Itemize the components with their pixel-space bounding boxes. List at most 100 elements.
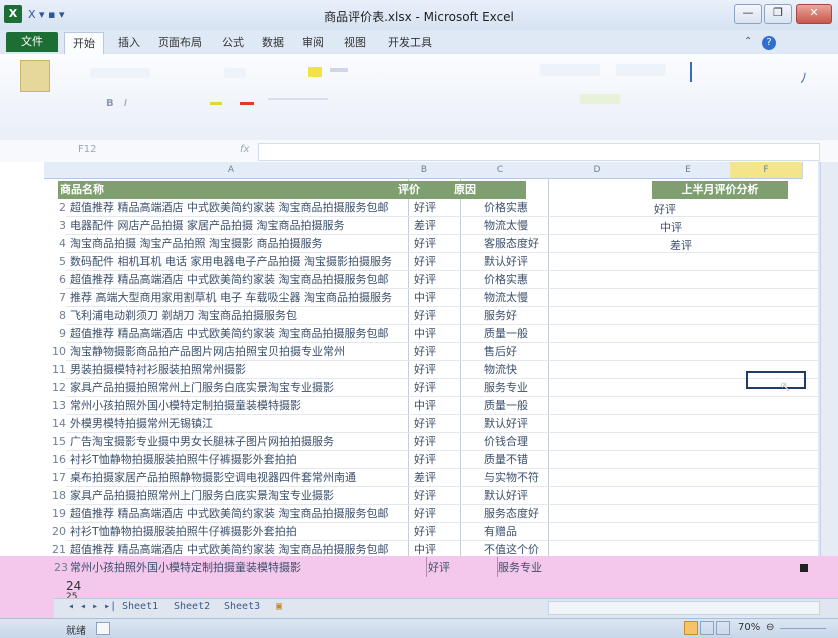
tab-review[interactable]: 审阅 bbox=[302, 34, 324, 52]
rating-cell[interactable]: 好评 bbox=[414, 505, 458, 523]
reason-cell[interactable]: 物流太慢 bbox=[484, 217, 548, 235]
reason-cell[interactable]: 物流太慢 bbox=[484, 289, 548, 307]
rating-cell[interactable]: 好评 bbox=[414, 433, 458, 451]
rating-cell[interactable]: 中评 bbox=[414, 397, 458, 415]
conditional-format-button[interactable] bbox=[540, 64, 600, 76]
vertical-scrollbar[interactable] bbox=[820, 162, 838, 556]
restore-button[interactable]: ❐ bbox=[764, 4, 792, 24]
reason-cell[interactable]: 质量一般 bbox=[484, 397, 548, 415]
reason-cell[interactable]: 服务专业 bbox=[484, 379, 548, 397]
rating-cell[interactable]: 好评 bbox=[414, 415, 458, 433]
product-name-cell[interactable]: 数码配件 相机耳机 电话 家用电器电子产品拍摄 淘宝摄影拍摄服务 bbox=[70, 253, 404, 271]
summary-medium[interactable]: 中评 bbox=[660, 219, 682, 235]
reason-cell[interactable]: 默认好评 bbox=[484, 253, 548, 271]
product-name-cell[interactable]: 淘宝静物摄影商品拍产品图片网店拍照宝贝拍摄专业常州 bbox=[70, 343, 404, 361]
header-summary[interactable]: 上半月评价分析 bbox=[652, 181, 788, 199]
align-icon[interactable] bbox=[330, 68, 348, 72]
reason-cell[interactable]: 价格实惠 bbox=[484, 199, 548, 217]
find-icon[interactable]: ﾉ bbox=[800, 68, 814, 87]
rating-cell[interactable]: 差评 bbox=[414, 469, 458, 487]
page-break-view-icon[interactable] bbox=[716, 621, 730, 635]
normal-view-icon[interactable] bbox=[684, 621, 698, 635]
help-icon[interactable]: ? bbox=[762, 36, 776, 50]
tab-file[interactable]: 文件 bbox=[6, 32, 58, 52]
tab-developer[interactable]: 开发工具 bbox=[388, 34, 432, 52]
rating-cell[interactable]: 好评 bbox=[414, 487, 458, 505]
sort-icon[interactable] bbox=[690, 62, 706, 82]
summary-bad[interactable]: 差评 bbox=[670, 237, 692, 253]
active-cell-selection[interactable] bbox=[746, 371, 806, 389]
page-layout-view-icon[interactable] bbox=[700, 621, 714, 635]
rating-cell[interactable]: 好评 bbox=[414, 199, 458, 217]
reason-cell[interactable]: 价格实惠 bbox=[484, 271, 548, 289]
column-header-f[interactable]: F bbox=[730, 162, 803, 179]
summary-good[interactable]: 好评 bbox=[654, 201, 676, 217]
product-name-cell[interactable]: 超值推荐 精品高端酒店 中式欧美简约家装 淘宝商品拍摄服务包邮 bbox=[70, 271, 404, 289]
product-name-cell[interactable]: 飞利浦电动剃须刀 剃胡刀 淘宝商品拍摄服务包 bbox=[70, 307, 404, 325]
sheet-tab-1[interactable]: Sheet1 bbox=[122, 600, 158, 614]
zoom-level[interactable]: 70% bbox=[738, 622, 760, 633]
paste-icon[interactable] bbox=[20, 60, 50, 92]
tab-insert[interactable]: 插入 bbox=[118, 34, 140, 52]
reason-cell[interactable]: 服务专业 bbox=[498, 559, 542, 577]
product-name-cell[interactable]: 家具产品拍摄拍照常州上门服务白底实景淘宝专业摄影 bbox=[70, 379, 404, 397]
product-name-cell[interactable]: 电器配件 网店产品拍摄 家居产品拍摄 淘宝商品拍摄服务 bbox=[70, 217, 404, 235]
tab-view[interactable]: 视图 bbox=[344, 34, 366, 52]
column-header-c[interactable]: C bbox=[452, 162, 549, 179]
sheet-tab-2[interactable]: Sheet2 bbox=[174, 600, 210, 614]
product-name-cell[interactable]: 外模男模特拍摄常州无锡镇江 bbox=[70, 415, 404, 433]
product-name-cell[interactable]: 常州小孩拍照外国小模特定制拍摄童装模特摄影 bbox=[70, 397, 404, 415]
rating-cell[interactable]: 好评 bbox=[414, 343, 458, 361]
reason-cell[interactable]: 物流快 bbox=[484, 361, 548, 379]
product-name-cell[interactable]: 男装拍摄模特衬衫服装拍照常州摄影 bbox=[70, 361, 404, 379]
reason-cell[interactable]: 默认好评 bbox=[484, 487, 548, 505]
tab-page-layout[interactable]: 页面布局 bbox=[158, 34, 202, 52]
fill-color-icon[interactable] bbox=[210, 102, 222, 105]
column-header-a[interactable]: A bbox=[66, 162, 397, 179]
name-box[interactable]: F12 bbox=[78, 144, 138, 158]
sheet-nav-buttons[interactable]: ◂ ◂ ▸ ▸| bbox=[68, 600, 116, 614]
rating-cell[interactable]: 好评 bbox=[414, 307, 458, 325]
rating-cell[interactable]: 好评 bbox=[414, 451, 458, 469]
rating-cell[interactable]: 好评 bbox=[414, 523, 458, 541]
tab-data[interactable]: 数据 bbox=[262, 34, 284, 52]
reason-cell[interactable]: 默认好评 bbox=[484, 415, 548, 433]
product-name-cell[interactable]: 衬衫T恤静物拍摄服装拍照牛仔裤摄影外套拍拍 bbox=[70, 523, 404, 541]
highlight-icon[interactable] bbox=[308, 67, 322, 77]
rating-cell[interactable]: 好评 bbox=[414, 253, 458, 271]
cell-styles-button[interactable] bbox=[580, 94, 620, 104]
insert-cells-button[interactable] bbox=[616, 64, 666, 76]
product-name-cell[interactable]: 家具产品拍摄拍照常州上门服务白底实景淘宝专业摄影 bbox=[70, 487, 404, 505]
insert-sheet-icon[interactable]: ▣ bbox=[276, 600, 282, 614]
rating-cell[interactable]: 好评 bbox=[414, 235, 458, 253]
zoom-slider[interactable] bbox=[780, 628, 826, 629]
reason-cell[interactable]: 服务好 bbox=[484, 307, 548, 325]
column-header-e[interactable]: E bbox=[646, 162, 731, 179]
product-name-cell[interactable]: 衬衫T恤静物拍摄服装拍照牛仔裤摄影外套拍拍 bbox=[70, 451, 404, 469]
header-reason[interactable]: 原因 bbox=[452, 181, 526, 199]
rating-cell[interactable]: 中评 bbox=[414, 325, 458, 343]
rating-cell[interactable]: 差评 bbox=[414, 217, 458, 235]
header-rating[interactable]: 评价 bbox=[396, 181, 452, 199]
rating-cell[interactable]: 好评 bbox=[414, 361, 458, 379]
reason-cell[interactable]: 与实物不符 bbox=[484, 469, 548, 487]
font-name-box[interactable] bbox=[90, 68, 150, 78]
product-name-cell[interactable]: 常州小孩拍照外国小模特定制拍摄童装模特摄影 bbox=[70, 559, 406, 577]
rating-cell[interactable]: 中评 bbox=[414, 289, 458, 307]
reason-cell[interactable]: 价钱合理 bbox=[484, 433, 548, 451]
product-name-cell[interactable]: 超值推荐 精品高端酒店 中式欧美简约家装 淘宝商品拍摄服务包邮 bbox=[70, 199, 404, 217]
product-name-cell[interactable]: 淘宝商品拍摄 淘宝产品拍照 淘宝摄影 商品拍摄服务 bbox=[70, 235, 404, 253]
minimize-button[interactable]: — bbox=[734, 4, 762, 24]
rating-cell[interactable]: 好评 bbox=[414, 271, 458, 289]
ribbon-minimize-icon[interactable]: ⌃ bbox=[744, 36, 752, 47]
fx-icon[interactable]: fx bbox=[240, 144, 249, 155]
reason-cell[interactable]: 质量不错 bbox=[484, 451, 548, 469]
product-name-cell[interactable]: 超值推荐 精品高端酒店 中式欧美简约家装 淘宝商品拍摄服务包邮 bbox=[70, 505, 404, 523]
sheet-tab-3[interactable]: Sheet3 bbox=[224, 600, 260, 614]
tab-formulas[interactable]: 公式 bbox=[222, 34, 244, 52]
column-header-d[interactable]: D bbox=[548, 162, 647, 179]
macro-record-icon[interactable] bbox=[96, 622, 110, 635]
header-product-name[interactable]: 商品名称 bbox=[58, 181, 396, 199]
product-name-cell[interactable]: 广告淘宝摄影专业摄中男女长腿袜子图片网拍拍摄服务 bbox=[70, 433, 404, 451]
reason-cell[interactable]: 质量一般 bbox=[484, 325, 548, 343]
